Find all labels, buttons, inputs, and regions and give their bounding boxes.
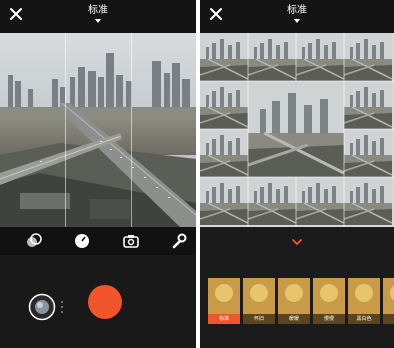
switch-camera-icon[interactable]	[122, 232, 140, 250]
filter-label	[383, 314, 394, 324]
filter-label: 标准	[208, 314, 240, 324]
collapse-filter-toggle[interactable]	[200, 234, 394, 248]
filter-screen: 标准 标准 怀旧 暖暖 慢慢 黑白色	[200, 0, 394, 348]
mode-title: 标准	[88, 5, 108, 16]
filter-preview	[320, 284, 338, 302]
camera-screen: 标准	[0, 0, 196, 348]
chevron-down-icon	[294, 19, 300, 23]
filter-thumb-black-white[interactable]: 黑白色	[348, 278, 380, 324]
mode-title-dropdown[interactable]: 标准	[0, 5, 196, 23]
photo-mosaic-preview[interactable]	[200, 33, 394, 227]
filter-label: 暖暖	[278, 314, 310, 324]
filter-preview	[285, 284, 303, 302]
capture-bar	[0, 255, 196, 348]
chevron-down-icon	[95, 19, 101, 23]
settings-dial-icon[interactable]	[73, 232, 91, 250]
filter-thumb-slow[interactable]: 慢慢	[313, 278, 345, 324]
wrench-icon[interactable]	[170, 232, 188, 250]
filter-label: 黑白色	[348, 314, 380, 324]
filter-thumb-more[interactable]	[383, 278, 394, 324]
filter-preview	[250, 284, 268, 302]
filter-preview	[215, 284, 233, 302]
top-bar: 标准	[0, 0, 196, 33]
grid-line	[131, 33, 132, 227]
city-bridge-photo	[0, 33, 196, 227]
grid-line	[65, 33, 66, 227]
filter-thumb-nostalgia[interactable]: 怀旧	[243, 278, 275, 324]
mode-title-dropdown[interactable]: 标准	[200, 5, 394, 23]
chevron-down-icon	[292, 239, 302, 246]
app-root: 标准 标准 标准 怀旧 暖暖 慢慢 黑白色	[0, 0, 394, 348]
filter-label: 怀旧	[243, 314, 275, 324]
more-options-icon[interactable]	[60, 299, 64, 315]
filter-thumb-warm[interactable]: 暖暖	[278, 278, 310, 324]
filter-strip: 标准 怀旧 暖暖 慢慢 黑白色	[200, 278, 394, 328]
top-bar: 标准	[200, 0, 394, 33]
filter-preview	[390, 284, 394, 302]
mosaic-photo-grid	[200, 33, 394, 227]
filter-thumb-standard[interactable]: 标准	[208, 278, 240, 324]
filter-preview	[355, 284, 373, 302]
layers-icon[interactable]	[25, 232, 43, 250]
filter-label: 慢慢	[313, 314, 345, 324]
tool-bar	[0, 227, 196, 255]
shutter-button[interactable]	[88, 285, 122, 319]
mode-title: 标准	[287, 5, 307, 16]
gallery-icon[interactable]	[28, 293, 56, 321]
camera-viewfinder[interactable]	[0, 33, 196, 227]
